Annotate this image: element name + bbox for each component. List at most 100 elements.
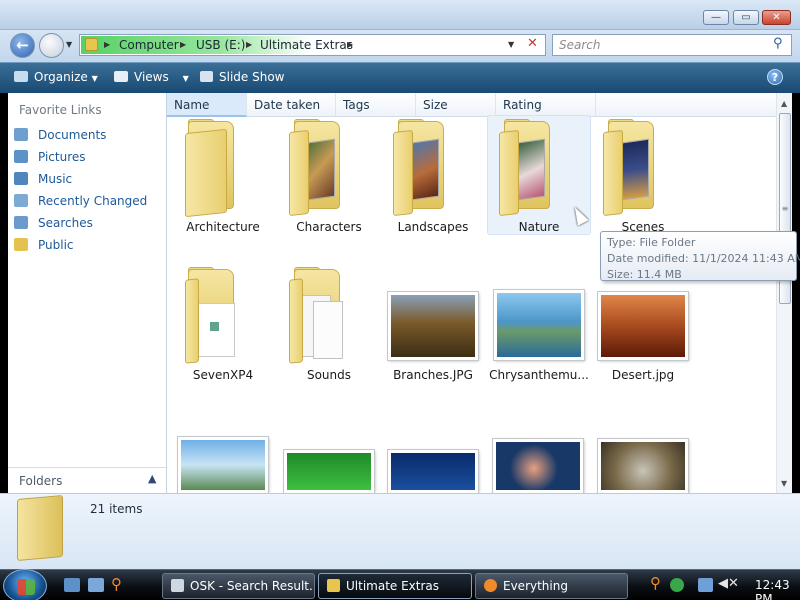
- item-count: 21 items: [90, 502, 143, 516]
- switch-windows-icon[interactable]: [88, 578, 104, 592]
- column-rating[interactable]: Rating: [496, 93, 596, 117]
- address-bar[interactable]: ▶ Computer ▶ USB (E:) ▶ Ultimate Extras …: [79, 34, 546, 56]
- folder-item[interactable]: Architecture: [173, 119, 273, 237]
- folder-item[interactable]: Characters: [279, 119, 379, 237]
- taskbar: ⚲ OSK - Search Result... Ultimate Extras…: [0, 569, 800, 600]
- image-thumbnail[interactable]: [492, 438, 584, 494]
- breadcrumb-arrow-icon[interactable]: ▶: [246, 40, 252, 49]
- clock[interactable]: 12:43 PM: [755, 578, 800, 600]
- column-date-taken[interactable]: Date taken: [247, 93, 336, 117]
- nav-item-pictures[interactable]: Pictures: [14, 150, 86, 164]
- column-tags[interactable]: Tags: [336, 93, 416, 117]
- nav-item-recently-changed[interactable]: Recently Changed: [14, 194, 147, 208]
- folder-item[interactable]: Scenes: [593, 119, 693, 237]
- slideshow-button[interactable]: Slide Show: [200, 70, 284, 84]
- address-dropdown-icon[interactable]: ▼: [508, 40, 514, 49]
- breadcrumb-arrow-icon[interactable]: ▶: [347, 40, 353, 49]
- pictures-icon: [14, 150, 28, 163]
- document-preview: [313, 301, 343, 359]
- image-thumbnail[interactable]: [387, 449, 479, 494]
- search-icon[interactable]: ⚲: [111, 575, 122, 593]
- close-button[interactable]: ✕: [762, 10, 791, 25]
- forward-button[interactable]: [39, 33, 64, 58]
- document-preview: [195, 303, 235, 357]
- public-folder-icon: [14, 238, 28, 251]
- music-icon: [14, 172, 28, 185]
- chevron-down-icon: ▼: [182, 74, 189, 83]
- recent-pages-dropdown-icon[interactable]: ▼: [66, 40, 72, 49]
- nav-label: Pictures: [38, 150, 86, 164]
- task-label: Everything: [503, 579, 568, 593]
- image-thumbnail: [597, 291, 689, 361]
- folder-front: [185, 278, 199, 364]
- folder-front: [499, 129, 519, 217]
- maximize-button[interactable]: ▭: [733, 10, 759, 25]
- views-label: Views: [134, 70, 169, 84]
- column-name[interactable]: Name: [167, 93, 247, 117]
- nav-item-documents[interactable]: Documents: [14, 128, 106, 142]
- tooltip-size: Size: 11.4 MB: [607, 268, 682, 281]
- item-label: Branches.JPG: [393, 368, 473, 382]
- scroll-up-icon[interactable]: ▲: [781, 99, 787, 108]
- search-icon[interactable]: ⚲: [773, 36, 783, 51]
- organize-button[interactable]: Organize ▼: [14, 70, 98, 84]
- folders-toggle[interactable]: Folders ▲: [8, 467, 166, 493]
- image-item[interactable]: Branches.JPG: [383, 267, 483, 385]
- scroll-down-icon[interactable]: ▼: [781, 479, 787, 488]
- nav-label: Documents: [38, 128, 107, 142]
- task-ultimate-extras[interactable]: Ultimate Extras: [318, 573, 472, 599]
- folder-front: [603, 129, 623, 217]
- task-everything[interactable]: Everything: [475, 573, 628, 599]
- column-header-row: Name Date taken Tags Size Rating: [167, 93, 776, 117]
- image-thumbnail: [493, 289, 585, 361]
- image-thumbnail[interactable]: [283, 449, 375, 494]
- breadcrumb-usb[interactable]: USB (E:): [196, 38, 245, 52]
- file-icon: [210, 322, 219, 331]
- start-button[interactable]: [3, 569, 47, 600]
- back-button[interactable]: ←: [10, 33, 35, 58]
- grip-icon: ≡: [781, 204, 789, 213]
- stop-icon[interactable]: ✕: [527, 36, 538, 51]
- folder-item[interactable]: SevenXP4: [173, 267, 273, 385]
- address-row: ← ▼ ▶ Computer ▶ USB (E:) ▶ Ultimate Ext…: [0, 30, 800, 62]
- folder-front: [289, 129, 309, 217]
- views-button[interactable]: Views ▼: [114, 70, 189, 84]
- task-label: Ultimate Extras: [346, 579, 440, 593]
- image-item[interactable]: Chrysanthemu...: [489, 267, 589, 385]
- item-label: Characters: [296, 220, 362, 234]
- folder-item[interactable]: Landscapes: [383, 119, 483, 237]
- nav-item-music[interactable]: Music: [14, 172, 72, 186]
- organize-icon: [14, 71, 28, 82]
- help-icon[interactable]: ?: [767, 69, 783, 85]
- volume-muted-icon[interactable]: ◀✕: [718, 576, 739, 591]
- folder-icon: [85, 38, 98, 51]
- search-box[interactable]: Search ⚲: [552, 34, 792, 56]
- vertical-scrollbar[interactable]: ▲ ≡ ▼: [776, 93, 792, 493]
- security-icon[interactable]: [670, 578, 684, 592]
- breadcrumb-ultimate-extras[interactable]: Ultimate Extras: [260, 38, 353, 52]
- breadcrumb-arrow-icon[interactable]: ▶: [180, 40, 186, 49]
- searches-icon: [14, 216, 28, 229]
- folder-item[interactable]: Sounds: [279, 267, 379, 385]
- nav-item-public[interactable]: Public: [14, 238, 74, 252]
- breadcrumb-arrow-icon[interactable]: ▶: [104, 40, 110, 49]
- minimize-button[interactable]: —: [703, 10, 729, 25]
- recently-changed-icon: [14, 194, 28, 207]
- show-desktop-icon[interactable]: [64, 578, 80, 592]
- task-osk-search[interactable]: OSK - Search Result...: [162, 573, 315, 599]
- breadcrumb-computer[interactable]: Computer: [119, 38, 179, 52]
- nav-label: Public: [38, 238, 74, 252]
- image-thumbnail[interactable]: [177, 436, 269, 494]
- column-size[interactable]: Size: [416, 93, 496, 117]
- image-thumbnail[interactable]: [597, 438, 689, 494]
- item-label: Chrysanthemu...: [489, 368, 589, 382]
- search-input[interactable]: Search: [559, 38, 601, 52]
- task-label: OSK - Search Result...: [190, 579, 315, 593]
- image-item[interactable]: Desert.jpg: [593, 267, 693, 385]
- everything-tray-icon[interactable]: ⚲: [650, 574, 661, 592]
- nav-item-searches[interactable]: Searches: [14, 216, 93, 230]
- network-icon[interactable]: [698, 578, 713, 592]
- item-label: Nature: [518, 220, 560, 234]
- folder-tooltip: Type: File Folder Date modified: 11/1/20…: [600, 231, 800, 281]
- everything-icon: [484, 579, 497, 592]
